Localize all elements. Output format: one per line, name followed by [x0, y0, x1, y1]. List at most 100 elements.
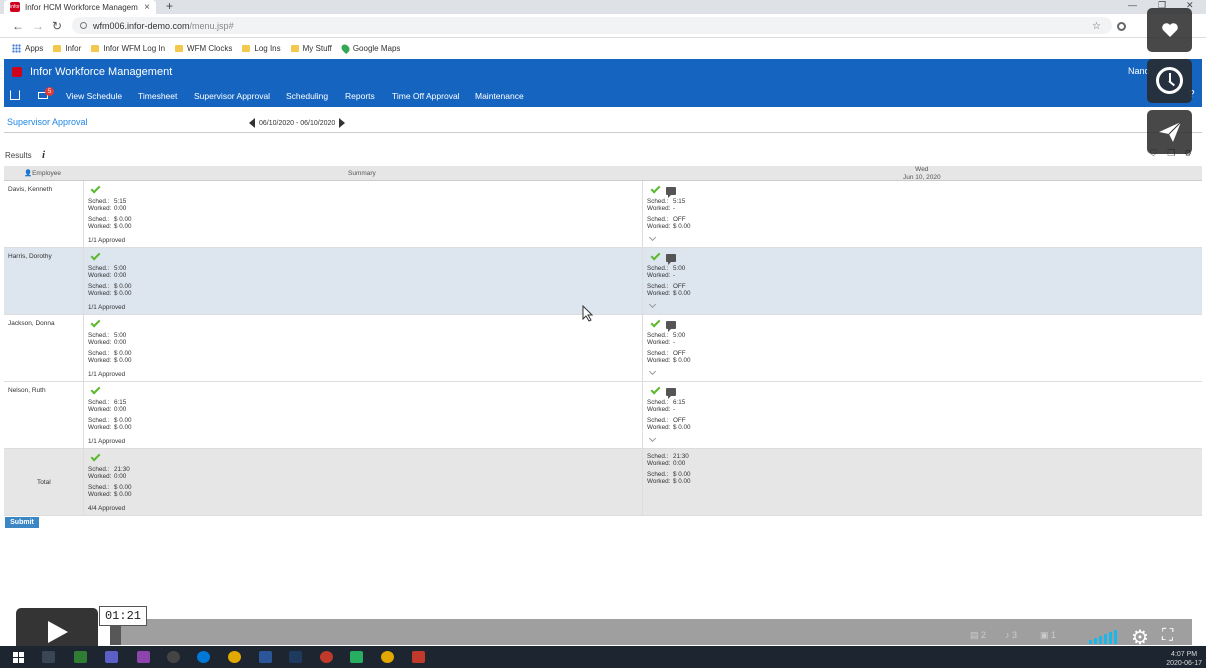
like-button[interactable]: [1147, 8, 1192, 52]
column-employee[interactable]: 👤Employee: [24, 169, 61, 177]
bookmark-wfm-clocks[interactable]: WFM Clocks: [175, 44, 232, 53]
bookmark-log-ins[interactable]: Log Ins: [242, 44, 281, 53]
value: 6:15: [114, 399, 127, 406]
worked-hours-line: Worked: -: [647, 339, 675, 347]
approve-check-icon[interactable]: [650, 183, 661, 194]
employee-name[interactable]: Jackson, Donna: [8, 320, 55, 327]
menu-scheduling[interactable]: Scheduling: [286, 91, 328, 101]
menu-supervisor-approval[interactable]: Supervisor Approval: [194, 91, 270, 101]
comment-icon[interactable]: [666, 187, 676, 198]
edge-icon[interactable]: [197, 651, 210, 663]
info-icon[interactable]: i: [42, 149, 45, 161]
task-view-icon[interactable]: [42, 651, 55, 663]
next-date-icon[interactable]: [339, 118, 346, 128]
bookmark-infor-wfm-login[interactable]: Infor WFM Log In: [91, 44, 165, 53]
previous-date-icon[interactable]: [249, 118, 255, 128]
taskbar-app-icon[interactable]: [289, 651, 302, 663]
volume-icon[interactable]: [1089, 630, 1117, 644]
date-range[interactable]: 06/10/2020 - 06/10/2020: [259, 120, 335, 127]
bookmark-my-stuff[interactable]: My Stuff: [290, 44, 332, 53]
heart-icon: [1162, 23, 1178, 37]
employee-name[interactable]: Davis, Kenneth: [8, 186, 52, 193]
url-input[interactable]: wfm006.infor-demo.com/menu.jsp#: [72, 17, 1112, 34]
security-icon: [80, 22, 87, 29]
home-icon[interactable]: [10, 90, 20, 100]
approve-check-icon[interactable]: [90, 317, 101, 328]
bookmark-label: Infor: [65, 43, 82, 53]
close-tab-icon[interactable]: ×: [144, 2, 150, 13]
worked-amount-line: Worked: $ 0.00: [647, 357, 691, 365]
approve-check-icon[interactable]: [90, 250, 101, 261]
expand-chevron-icon[interactable]: [648, 434, 657, 443]
minimize-window-icon[interactable]: —: [1128, 0, 1137, 10]
watch-later-button[interactable]: [1147, 59, 1192, 103]
employee-name[interactable]: Nelson, Ruth: [8, 387, 46, 394]
menu-view-schedule[interactable]: View Schedule: [66, 91, 122, 101]
share-button[interactable]: [1147, 110, 1192, 154]
reload-icon[interactable]: ↻: [52, 19, 62, 33]
taskbar-app-icon[interactable]: [412, 651, 425, 663]
approve-check-icon[interactable]: [90, 384, 101, 395]
approve-check-icon[interactable]: [650, 384, 661, 395]
chrome-icon[interactable]: [228, 651, 241, 663]
menu-reports[interactable]: Reports: [345, 91, 375, 101]
app-header: Infor Workforce Management Nanc: [4, 59, 1202, 85]
chrome-icon[interactable]: [381, 651, 394, 663]
expand-chevron-icon[interactable]: [648, 367, 657, 376]
value: 0:00: [114, 473, 127, 480]
menu-timesheet[interactable]: Timesheet: [138, 91, 177, 101]
forward-icon[interactable]: →: [32, 19, 44, 33]
value: $ 0.00: [114, 350, 132, 357]
play-icon: [48, 621, 68, 643]
value: 5:00: [114, 332, 127, 339]
back-icon[interactable]: ←: [12, 19, 24, 33]
approve-check-icon[interactable]: [650, 250, 661, 261]
expand-chevron-icon[interactable]: [648, 300, 657, 309]
extension-icon[interactable]: [1117, 22, 1126, 31]
comment-icon[interactable]: [666, 254, 676, 265]
submit-button[interactable]: Submit: [5, 517, 39, 528]
approve-check-icon[interactable]: [90, 183, 101, 194]
browser-tab[interactable]: infor Infor HCM Workforce Managem ×: [4, 0, 156, 14]
url-path: /menu.jsp#: [189, 20, 234, 31]
approve-check-icon[interactable]: [650, 317, 661, 328]
value: 21:30: [673, 453, 689, 460]
approve-all-check-icon[interactable]: [90, 451, 101, 462]
taskbar-time: 4:07 PM: [1171, 651, 1198, 658]
taskbar-app-icon[interactable]: [74, 651, 87, 663]
value: $ 0.00: [114, 216, 132, 223]
employee-name[interactable]: Harris, Dorothy: [8, 253, 52, 260]
worked-amount-line: Worked: $ 0.00: [88, 491, 132, 499]
menu-maintenance[interactable]: Maintenance: [475, 91, 524, 101]
taskbar-app-icon[interactable]: [350, 651, 363, 663]
taskbar-app-icon[interactable]: [137, 651, 150, 663]
bookmark-label: Infor WFM Log In: [103, 43, 166, 53]
bookmark-apps[interactable]: Apps: [12, 43, 43, 53]
comment-icon[interactable]: [666, 388, 676, 399]
user-name[interactable]: Nanc: [1128, 66, 1149, 76]
fullscreen-icon[interactable]: ⛶: [1162, 627, 1173, 645]
windows-start-icon[interactable]: [13, 652, 24, 663]
label: Worked:: [88, 357, 112, 364]
expand-chevron-icon[interactable]: [648, 233, 657, 242]
mouse-cursor-icon: [582, 305, 594, 322]
apps-grid-icon: [12, 43, 21, 53]
worked-hours-line: Worked: -: [647, 406, 675, 414]
outlook-icon[interactable]: [259, 651, 272, 663]
taskbar-app-icon[interactable]: [320, 651, 333, 663]
day-cell: Sched.: 5:15 Worked: - Sched.: OFF Worked: $…: [644, 181, 1202, 247]
video-progress-bar[interactable]: [110, 619, 1192, 645]
teams-icon[interactable]: [105, 651, 118, 663]
windows-taskbar: 4:07 PM 2020-06-17: [0, 646, 1206, 668]
comment-icon[interactable]: [666, 321, 676, 332]
value: -: [673, 339, 676, 346]
taskbar-date: 2020-06-17: [1166, 660, 1202, 667]
taskbar-clock[interactable]: 4:07 PM 2020-06-17: [1166, 650, 1202, 668]
menu-time-off-approval[interactable]: Time Off Approval: [392, 91, 460, 101]
bookmark-google-maps[interactable]: Google Maps: [339, 42, 400, 54]
bookmark-star-icon[interactable]: ☆: [1092, 21, 1101, 32]
new-tab-icon[interactable]: +: [166, 0, 173, 13]
taskbar-app-icon[interactable]: [167, 651, 180, 663]
value: 6:15: [673, 399, 686, 406]
bookmark-infor[interactable]: Infor: [53, 44, 81, 53]
